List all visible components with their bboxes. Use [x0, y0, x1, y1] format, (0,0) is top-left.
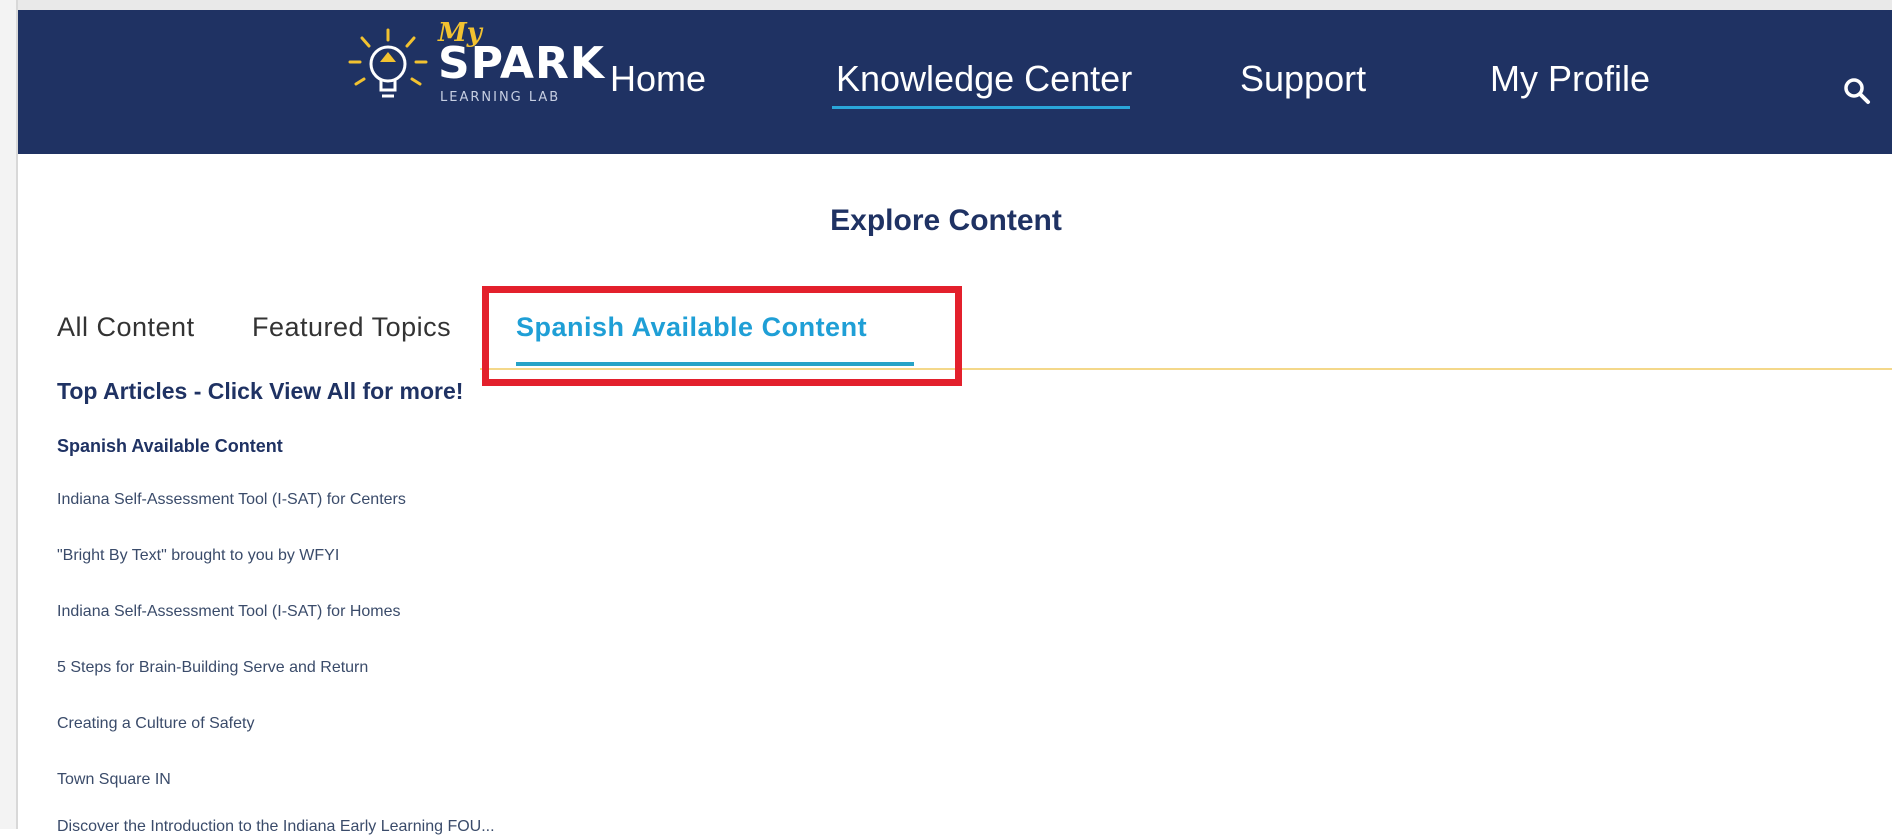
section-subheader: Spanish Available Content	[57, 436, 283, 456]
nav-knowledge-center[interactable]: Knowledge Center	[836, 58, 1132, 100]
article-link[interactable]: Town Square IN	[57, 771, 171, 789]
article-link[interactable]: 5 Steps for Brain-Building Serve and Ret…	[57, 659, 368, 677]
article-link[interactable]: Indiana Self-Assessment Tool (I-SAT) for…	[57, 603, 401, 621]
logo[interactable]: My SPARK LEARNING LAB	[340, 16, 604, 108]
nav-home[interactable]: Home	[610, 58, 706, 100]
top-articles-header: Top Articles - Click View All for more!	[57, 378, 464, 404]
article-link[interactable]: Discover the Introduction to the Indiana…	[57, 818, 495, 836]
highlight-box	[482, 286, 962, 386]
top-navbar: My SPARK LEARNING LAB Home Knowledge Cen…	[18, 10, 1892, 154]
article-link[interactable]: Creating a Culture of Safety	[57, 715, 254, 733]
page-title: Explore Content	[830, 204, 1062, 237]
nav-my-profile[interactable]: My Profile	[1490, 58, 1650, 100]
tab-all-content[interactable]: All Content	[57, 312, 195, 343]
nav-support[interactable]: Support	[1240, 58, 1366, 100]
article-link[interactable]: Indiana Self-Assessment Tool (I-SAT) for…	[57, 491, 406, 509]
page: My SPARK LEARNING LAB Home Knowledge Cen…	[0, 0, 1892, 835]
window-top-edge	[0, 0, 1892, 10]
article-link[interactable]: "Bright By Text" brought to you by WFYI	[57, 547, 339, 565]
search-icon[interactable]	[1842, 76, 1872, 106]
logo-name: SPARK	[438, 38, 605, 89]
nav-active-underline	[832, 106, 1130, 109]
logo-subtitle: LEARNING LAB	[440, 90, 561, 105]
window-left-edge	[0, 0, 18, 829]
tab-featured-topics[interactable]: Featured Topics	[252, 312, 451, 343]
lightbulb-icon	[348, 28, 428, 98]
